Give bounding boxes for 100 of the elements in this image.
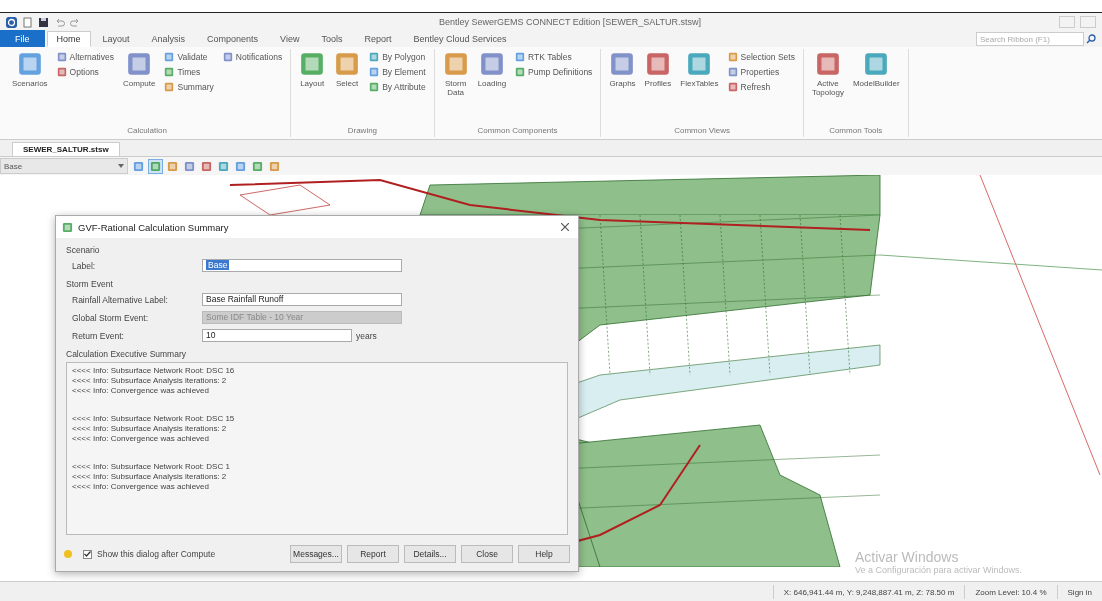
dialog-button[interactable]: Details... (404, 545, 456, 563)
ribbon-button[interactable]: By Attribute (367, 81, 428, 93)
log-line: <<<< Info: Subsurface Network Root: DSC 1 (72, 462, 231, 472)
ribbon-button[interactable]: Layout (297, 49, 328, 90)
toolbar-button[interactable] (166, 159, 179, 173)
ribbon-button[interactable]: Selection Sets (725, 51, 797, 63)
tool-icon (727, 67, 738, 77)
ribbon-button[interactable]: ModelBuilder (850, 49, 902, 90)
tool-icon (814, 51, 841, 77)
undo-icon[interactable] (54, 16, 65, 28)
dialog-button[interactable]: Messages... (290, 545, 342, 563)
ribbon-button[interactable]: Storm Data (440, 49, 471, 99)
ribbon-button[interactable]: Summary (162, 81, 216, 93)
tool-icon (133, 160, 144, 172)
minimize-button[interactable] (1059, 16, 1075, 28)
toolbar-button[interactable] (251, 159, 264, 173)
redo-icon[interactable] (70, 16, 81, 28)
tool-icon (56, 52, 67, 62)
ribbon-tab[interactable]: File (0, 30, 45, 48)
section-label: Storm Event (66, 279, 114, 289)
ribbon-button[interactable]: Loading (475, 49, 509, 90)
new-file-icon[interactable] (22, 16, 33, 28)
close-button[interactable] (558, 220, 572, 234)
tool-icon (201, 160, 212, 172)
ribbon-tab[interactable]: Report (354, 31, 402, 47)
tool-icon (515, 67, 526, 77)
group-label: Common Tools (828, 126, 884, 137)
search-field[interactable]: Search Ribbon (F1) (976, 32, 1084, 46)
ribbon-button[interactable]: Profiles (642, 49, 674, 90)
tool-icon (269, 160, 280, 172)
ribbon-button[interactable]: Notifications (220, 51, 285, 63)
search-icon[interactable] (1086, 34, 1096, 44)
tool-icon (16, 51, 43, 77)
ribbon-tab[interactable]: Bentley Cloud Services (403, 31, 517, 47)
toolbar-button[interactable] (234, 159, 247, 173)
ribbon-button[interactable]: Graphs (607, 49, 638, 90)
toolbar-button[interactable] (200, 159, 213, 173)
tool-icon (167, 160, 178, 172)
group-label: Common Components (476, 126, 559, 137)
checkbox-label: Show this dialog after Compute (97, 549, 216, 559)
maximize-button[interactable] (1080, 16, 1096, 28)
tool-icon (727, 82, 738, 92)
dialog-button[interactable]: Close (461, 545, 513, 563)
tool-icon (164, 67, 175, 77)
save-icon[interactable] (38, 16, 49, 28)
ribbon-button[interactable]: By Polygon (367, 51, 428, 63)
dialog-button[interactable]: Help (518, 545, 570, 563)
ribbon-tab[interactable]: Home (46, 31, 91, 47)
checkbox[interactable] (83, 549, 92, 559)
group-label: Drawing (346, 126, 379, 137)
document-tab[interactable]: SEWER_SALTUR.stsw (12, 142, 120, 156)
ribbon-button[interactable]: FlexTables (678, 49, 721, 90)
toolbar-button[interactable] (268, 159, 281, 173)
ribbon-button[interactable]: Pump Definitions (513, 66, 595, 78)
ribbon-tab[interactable]: Analysis (141, 31, 196, 47)
input-field[interactable]: Base (202, 259, 402, 272)
ribbon-button[interactable]: Validate (162, 51, 216, 63)
input-field[interactable]: 10 (202, 329, 352, 342)
tool-icon (56, 67, 67, 77)
ribbon-tab[interactable]: Tools (311, 31, 353, 47)
toolbar-button[interactable] (132, 159, 145, 173)
ribbon-tab[interactable]: Layout (92, 31, 140, 47)
tool-icon (369, 82, 380, 92)
tool-icon (252, 160, 263, 172)
toolbar-button[interactable] (183, 159, 196, 173)
tool-icon (184, 160, 195, 172)
tool-icon (235, 160, 246, 172)
ribbon-button[interactable]: Times (162, 66, 216, 78)
toolbar-button[interactable] (149, 159, 162, 173)
ribbon-button[interactable]: By Element (367, 66, 428, 78)
sign-in-link[interactable]: Sign in (1056, 585, 1102, 599)
tool-icon (222, 52, 233, 62)
log-line: <<<< Info: Convergence was achieved (72, 434, 210, 444)
dialog-button[interactable]: Report (347, 545, 399, 563)
tool-icon (299, 51, 326, 77)
tool-icon (369, 52, 380, 62)
tool-icon (334, 51, 361, 77)
ribbon-button[interactable]: Options (54, 66, 116, 78)
tool-icon (164, 52, 175, 62)
ribbon-button[interactable]: Refresh (725, 81, 797, 93)
field-label: Return Event: (72, 330, 125, 341)
ribbon-button[interactable]: Properties (725, 66, 797, 78)
section-label: Calculation Executive Summary (66, 349, 187, 359)
ribbon-button[interactable]: RTK Tables (513, 51, 595, 63)
tool-icon (609, 51, 636, 77)
app-logo-icon[interactable] (6, 16, 17, 28)
input-field[interactable]: Base Rainfall Runoff (202, 293, 402, 306)
ribbon-button[interactable]: Active Topology (809, 49, 846, 99)
toolbar-button[interactable] (217, 159, 230, 173)
ribbon-tab[interactable]: Components (197, 31, 269, 47)
ribbon-tab[interactable]: View (270, 31, 310, 47)
log-line: <<<< Info: Subsurface Network Root: DSC 15 (72, 414, 236, 424)
bulb-icon (64, 550, 72, 558)
ribbon-button[interactable]: Compute (121, 49, 158, 90)
ribbon-button[interactable]: Select (332, 49, 363, 90)
section-label: Scenario (66, 245, 101, 255)
scenario-dropdown[interactable]: Base (0, 158, 128, 174)
ribbon-button[interactable]: Alternatives (54, 51, 116, 63)
ribbon-button[interactable]: Scenarios (10, 49, 50, 90)
log-line: <<<< Info: Subsurface Network Root: DSC 16 (72, 366, 236, 376)
